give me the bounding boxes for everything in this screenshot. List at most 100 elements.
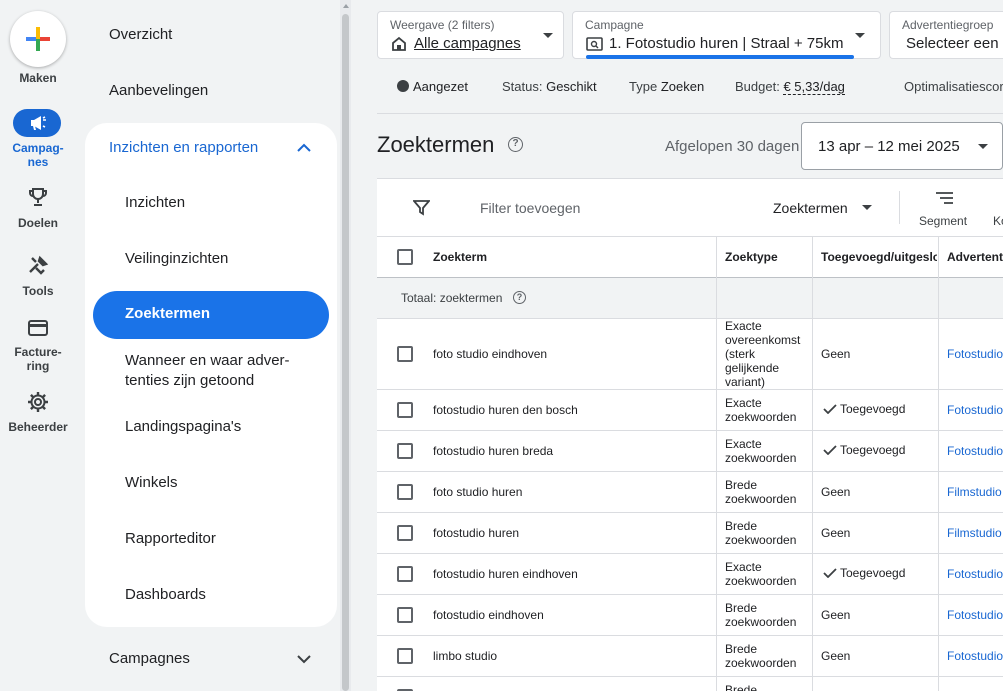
view-selector-value: Alle campagnes — [414, 35, 521, 52]
optimization-score[interactable]: Optimalisatiescore — [904, 79, 1003, 94]
select-all-checkbox[interactable] — [397, 249, 413, 265]
adgroup-selector[interactable]: Advertentiegroep Selecteer een — [889, 11, 1003, 59]
nav-sub-search-terms-label: Zoektermen — [125, 305, 211, 322]
ad-group-link[interactable]: Fotostudio — [947, 444, 1003, 458]
view-selector[interactable]: Weergave (2 filters) Alle campagnes — [377, 11, 564, 59]
check-icon — [823, 445, 837, 455]
search-terms-dropdown[interactable]: Zoektermen — [773, 200, 848, 216]
row-checkbox[interactable] — [397, 443, 413, 459]
budget-info[interactable]: Budget: € 5,33/dag — [735, 79, 845, 95]
scroll-up-arrow-icon[interactable] — [343, 4, 349, 8]
ad-group-link[interactable]: Fotostudio — [947, 567, 1003, 581]
date-range-picker[interactable]: 13 apr – 12 mei 2025 — [801, 122, 1003, 170]
row-checkbox[interactable] — [397, 525, 413, 541]
type-value: Zoeken — [660, 79, 705, 94]
check-icon — [823, 568, 837, 578]
rail-label-admin: Beheerder — [8, 420, 68, 434]
gear-icon — [28, 392, 48, 412]
ad-group-link[interactable]: Fotostudio — [947, 347, 1003, 361]
campaign-selector[interactable]: Campagne 1. Fotostudio huren | Straal + … — [572, 11, 881, 59]
row-checkbox[interactable] — [397, 402, 413, 418]
col-header-ad-group[interactable]: Advertentiegroep — [947, 250, 1003, 264]
nav-sub-insights[interactable]: Inzichten — [125, 193, 325, 213]
nav-sub-when-where[interactable]: Wanneer en waar adver- tenties zijn geto… — [125, 351, 325, 391]
ad-group-link[interactable]: Filmstudio — [947, 526, 1002, 540]
nav-item-recommendations[interactable]: Aanbevelingen — [109, 82, 208, 99]
segment-button[interactable]: Segment — [919, 214, 967, 228]
search-term-cell: fotostudio huren — [433, 526, 520, 540]
filter-icon[interactable] — [413, 199, 430, 216]
nav-item-overview[interactable]: Overzicht — [109, 26, 172, 43]
chevron-up-icon[interactable] — [297, 143, 311, 152]
add-filter-input[interactable]: Filter toevoegen — [480, 200, 580, 216]
plus-icon — [36, 27, 40, 51]
type-key: Type — [629, 79, 658, 94]
nav-item-campaigns[interactable]: Campagnes — [109, 650, 190, 667]
nav-group-insights-reports[interactable]: Inzichten en rapporten — [109, 139, 258, 156]
ad-group-link[interactable]: Fotostudio — [947, 649, 1003, 663]
nav-sub-landing-pages[interactable]: Landingspagina's — [125, 417, 325, 437]
col-header-match-type[interactable]: Zoektype — [725, 250, 778, 264]
ad-group-link[interactable]: Filmstudio — [947, 485, 1002, 499]
added-status-label: Toegevoegd — [840, 566, 906, 580]
segment-icon[interactable] — [935, 191, 954, 206]
status-value: Geschikt — [546, 79, 597, 94]
match-type-cell: Brede zoekwoorden — [725, 642, 797, 670]
row-checkbox[interactable] — [397, 566, 413, 582]
scrollbar-thumb[interactable] — [342, 14, 349, 691]
view-dropdown-caret-icon — [543, 33, 553, 38]
status-eligible: Status: Geschikt — [502, 79, 597, 94]
help-icon[interactable]: ? — [508, 137, 523, 152]
nav-sub-dashboards[interactable]: Dashboards — [125, 585, 325, 605]
row-checkbox[interactable] — [397, 607, 413, 623]
table-row[interactable]: foto studio eindhoven Exacte overeenkoms… — [377, 319, 1003, 390]
search-term-cell: fotostudio huren den bosch — [433, 403, 578, 417]
ad-group-link[interactable]: Fotostudio — [947, 403, 1003, 417]
status-enabled[interactable]: Aangezet — [397, 79, 468, 94]
col-header-search-term[interactable]: Zoekterm — [433, 250, 487, 264]
table-row[interactable]: fotostudio huren breda Exacte zoekwoorde… — [377, 431, 1003, 472]
added-status-label: Toegevoegd — [840, 402, 906, 416]
insights-reports-group: Inzichten en rapporten Inzichten Veiling… — [85, 123, 337, 627]
divider — [377, 113, 1003, 114]
columns-button[interactable]: Ko — [993, 214, 1003, 228]
table-row[interactable]: fotostudio huren Brede zoekwoorden Geen … — [377, 513, 1003, 554]
nav-sub-search-terms[interactable]: Zoektermen — [93, 291, 329, 339]
campaign-selector-value: 1. Fotostudio huren | Straal + 75km — [609, 35, 844, 52]
table-row[interactable]: Brede — [377, 677, 1003, 691]
row-checkbox[interactable] — [397, 648, 413, 664]
campaign-type: Type Zoeken — [629, 79, 704, 94]
create-button[interactable] — [10, 11, 66, 67]
table-row[interactable]: limbo studio Brede zoekwoorden Geen Foto… — [377, 636, 1003, 677]
status-key: Status: — [502, 79, 543, 94]
search-terms-table-card: Filter toevoegen Zoektermen Segment Ko Z… — [377, 178, 1003, 691]
sidebar-scrollbar[interactable] — [340, 0, 351, 691]
match-type-cell: Brede zoekwoorden — [725, 478, 797, 506]
rail-label-campaigns: Campag- nes — [12, 141, 64, 169]
total-help-icon[interactable]: ? — [513, 291, 526, 304]
col-header-added-excluded[interactable]: Toegevoegd/uitgesloten — [821, 250, 937, 264]
table-row[interactable]: fotostudio eindhoven Brede zoekwoorden G… — [377, 595, 1003, 636]
ad-group-link[interactable]: Fotostudio — [947, 608, 1003, 622]
match-type-cell: Exacte zoekwoorden — [725, 396, 797, 424]
nav-sub-auction-insights[interactable]: Veilinginzichten — [125, 249, 325, 269]
rail-label-goals: Doelen — [17, 216, 58, 230]
table-row[interactable]: fotostudio huren den bosch Exacte zoekwo… — [377, 390, 1003, 431]
check-icon — [823, 404, 837, 414]
added-status-cell: Toegevoegd — [823, 443, 905, 457]
table-header: Zoekterm Zoektype Toegevoegd/uitgesloten… — [377, 236, 1003, 278]
date-period-label: Afgelopen 30 dagen — [665, 138, 800, 155]
added-status-cell: Toegevoegd — [823, 566, 905, 580]
chevron-down-icon[interactable] — [297, 655, 311, 664]
nav-sub-report-editor[interactable]: Rapporteditor — [125, 529, 325, 549]
table-row[interactable]: foto studio huren Brede zoekwoorden Geen… — [377, 472, 1003, 513]
search-term-cell: fotostudio eindhoven — [433, 608, 544, 622]
table-row[interactable]: fotostudio huren eindhoven Exacte zoekwo… — [377, 554, 1003, 595]
date-dropdown-caret-icon — [978, 144, 988, 149]
nav-sub-shops[interactable]: Winkels — [125, 473, 325, 493]
match-type-cell: Exacte overeenkomst (sterk gelijkende va… — [725, 319, 801, 389]
row-checkbox[interactable] — [397, 346, 413, 362]
row-checkbox[interactable] — [397, 484, 413, 500]
budget-value: € 5,33/dag — [783, 79, 845, 95]
table-toolbar: Filter toevoegen Zoektermen Segment Ko — [377, 179, 1003, 236]
